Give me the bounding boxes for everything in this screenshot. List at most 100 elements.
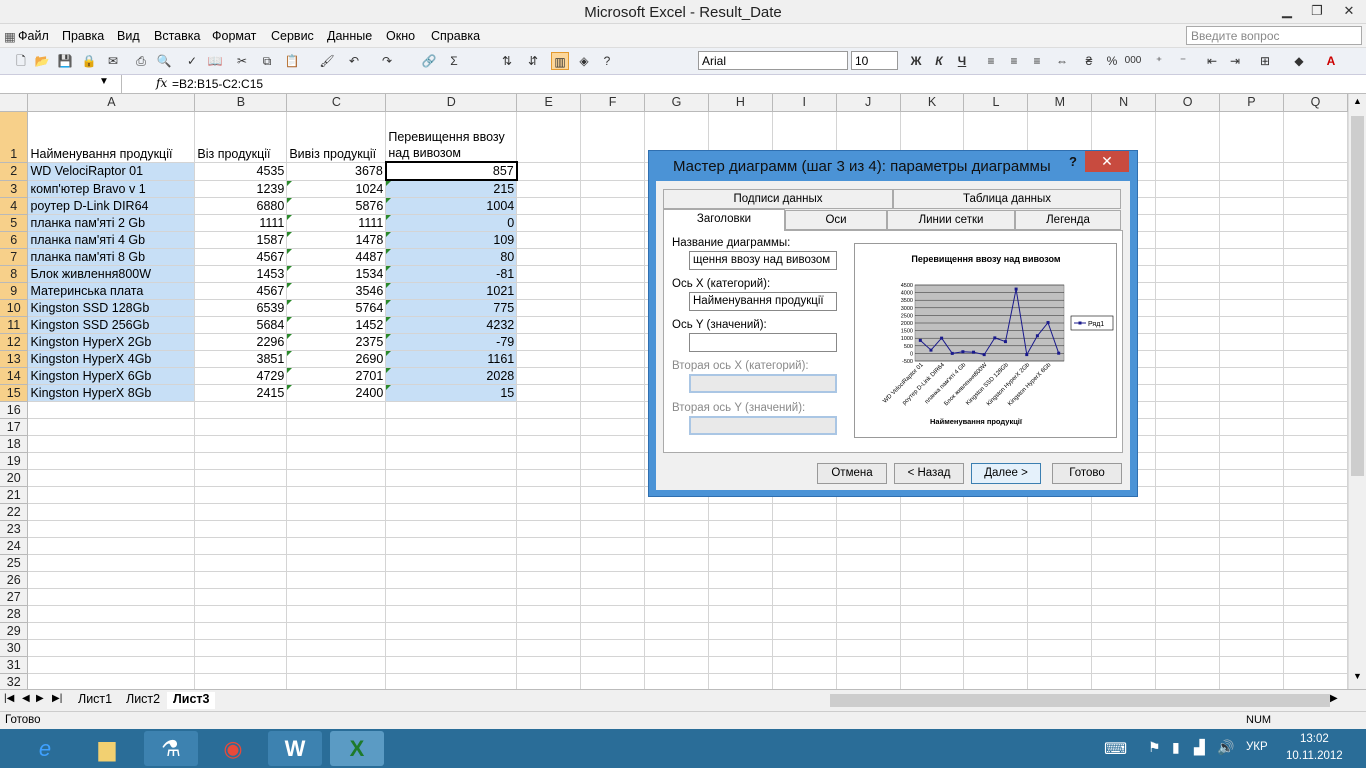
- print-icon[interactable]: ⎙: [132, 52, 150, 70]
- cell[interactable]: [1219, 162, 1284, 181]
- cell-import[interactable]: 1453: [194, 265, 288, 283]
- cell[interactable]: [580, 622, 646, 640]
- cell[interactable]: [836, 537, 901, 555]
- cell[interactable]: [900, 656, 965, 674]
- cell-product[interactable]: Kingston SSD 256Gb: [27, 316, 196, 334]
- cell-export[interactable]: 5876: [286, 197, 387, 215]
- cell[interactable]: [516, 231, 582, 249]
- cut-icon[interactable]: ✂: [233, 52, 251, 70]
- cell-import[interactable]: 4567: [194, 282, 288, 300]
- cell-product[interactable]: Kingston HyperX 8Gb: [27, 384, 196, 402]
- cell[interactable]: [1027, 537, 1093, 555]
- cell[interactable]: [516, 571, 582, 589]
- scroll-thumb[interactable]: [1351, 116, 1364, 476]
- cell[interactable]: [27, 537, 196, 555]
- cell[interactable]: [708, 503, 773, 521]
- cell[interactable]: [194, 639, 288, 657]
- cell[interactable]: [1155, 435, 1221, 453]
- cell[interactable]: [27, 554, 196, 572]
- cell[interactable]: [1219, 214, 1284, 232]
- cell[interactable]: [385, 605, 518, 623]
- menu-window[interactable]: Окно: [386, 29, 415, 43]
- cell[interactable]: [900, 588, 965, 606]
- cell[interactable]: [516, 162, 582, 181]
- menu-edit[interactable]: Правка: [62, 29, 104, 43]
- cell-import[interactable]: 3851: [194, 350, 288, 368]
- paste-icon[interactable]: 📋: [283, 52, 301, 70]
- fill-color-icon[interactable]: ◆: [1290, 52, 1308, 70]
- cell[interactable]: [1219, 622, 1284, 640]
- volume-icon[interactable]: 🔊: [1217, 739, 1234, 756]
- new-icon[interactable]: 🗋: [12, 52, 30, 70]
- cell[interactable]: [516, 111, 582, 163]
- tab-axes[interactable]: Оси: [785, 210, 887, 230]
- cell[interactable]: [286, 503, 387, 521]
- cell[interactable]: [1283, 197, 1348, 215]
- cell[interactable]: [644, 571, 709, 589]
- cell[interactable]: [1155, 639, 1221, 657]
- cell[interactable]: [194, 554, 288, 572]
- row-header[interactable]: 25: [0, 554, 29, 572]
- cell-export[interactable]: 1452: [286, 316, 387, 334]
- cancel-button[interactable]: Отмена: [817, 463, 887, 484]
- cell[interactable]: [1219, 333, 1284, 351]
- cell[interactable]: [1219, 401, 1284, 419]
- row-header[interactable]: 22: [0, 503, 29, 521]
- cell[interactable]: [580, 486, 646, 504]
- cell-import[interactable]: 1587: [194, 231, 288, 249]
- percent-button[interactable]: %: [1103, 52, 1121, 70]
- network-icon[interactable]: ▟: [1194, 739, 1205, 756]
- cell[interactable]: [580, 316, 646, 334]
- help-search-input[interactable]: Введите вопрос: [1186, 26, 1362, 45]
- cell-import[interactable]: 1111: [194, 214, 288, 232]
- cell[interactable]: [1027, 673, 1093, 689]
- menu-view[interactable]: Вид: [117, 29, 140, 43]
- cell-export[interactable]: 3678: [286, 162, 387, 181]
- font-select[interactable]: Arial: [698, 51, 848, 70]
- row-header[interactable]: 2: [0, 162, 29, 181]
- cell[interactable]: [580, 435, 646, 453]
- cell[interactable]: [1283, 622, 1348, 640]
- row-header[interactable]: 13: [0, 350, 29, 368]
- column-header[interactable]: N: [1091, 94, 1157, 112]
- font-color-icon[interactable]: A: [1322, 52, 1340, 70]
- cell[interactable]: [1091, 605, 1157, 623]
- cell[interactable]: [1283, 639, 1348, 657]
- tab-legend[interactable]: Легенда: [1015, 210, 1121, 230]
- cell-import[interactable]: 4535: [194, 162, 288, 181]
- cell[interactable]: [1155, 214, 1221, 232]
- cell[interactable]: [1283, 486, 1348, 504]
- cell[interactable]: [963, 639, 1029, 657]
- tab-titles[interactable]: Заголовки: [663, 209, 785, 231]
- cell-excess[interactable]: 2028: [385, 367, 518, 385]
- menu-file[interactable]: Файл: [18, 29, 49, 43]
- cell[interactable]: [580, 214, 646, 232]
- cell[interactable]: [385, 469, 518, 487]
- cell[interactable]: [516, 469, 582, 487]
- cell[interactable]: [1091, 656, 1157, 674]
- cell[interactable]: [580, 452, 646, 470]
- cell[interactable]: [1155, 350, 1221, 368]
- italic-button[interactable]: К: [930, 52, 948, 70]
- cell[interactable]: [1283, 350, 1348, 368]
- row-header[interactable]: 3: [0, 180, 29, 198]
- help-icon[interactable]: ?: [598, 52, 616, 70]
- cell[interactable]: [963, 656, 1029, 674]
- cell[interactable]: [516, 197, 582, 215]
- cell[interactable]: [1155, 486, 1221, 504]
- excel-icon[interactable]: X: [330, 731, 384, 766]
- cell[interactable]: [1155, 537, 1221, 555]
- cell[interactable]: [516, 384, 582, 402]
- column-header[interactable]: H: [708, 94, 773, 112]
- horizontal-scroll-thumb[interactable]: [830, 694, 1330, 707]
- cell[interactable]: [1283, 214, 1348, 232]
- cell[interactable]: [27, 486, 196, 504]
- cell[interactable]: [1027, 639, 1093, 657]
- cell[interactable]: [27, 435, 196, 453]
- cell[interactable]: [27, 469, 196, 487]
- cell[interactable]: [1027, 605, 1093, 623]
- cell[interactable]: [1219, 265, 1284, 283]
- print-preview-icon[interactable]: 🔍: [155, 52, 173, 70]
- cell[interactable]: [1155, 316, 1221, 334]
- cell-product[interactable]: комп'ютер Bravo v 1: [27, 180, 196, 198]
